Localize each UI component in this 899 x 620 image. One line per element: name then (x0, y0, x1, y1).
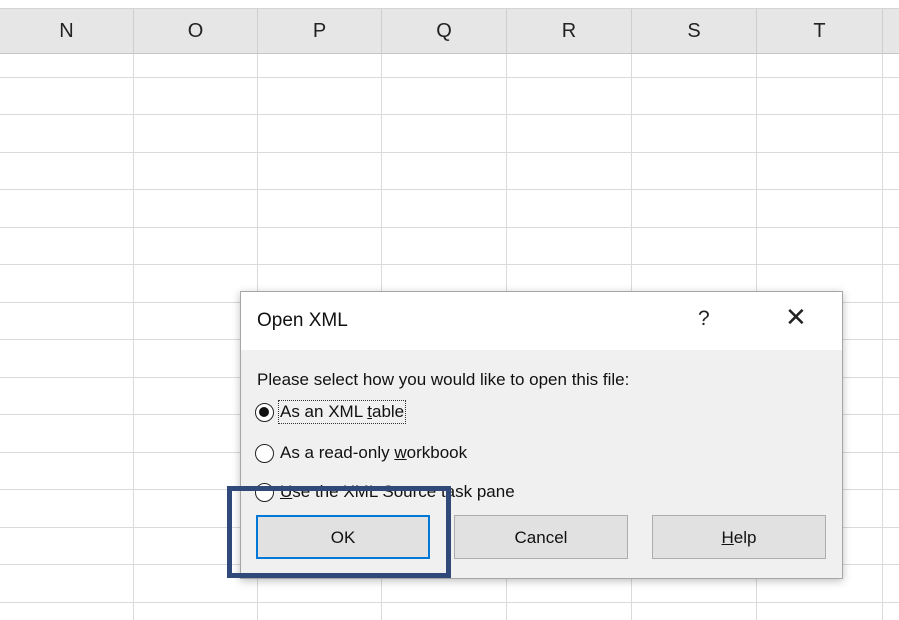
column-header-t[interactable]: T (757, 9, 883, 53)
radio-xml-table[interactable] (255, 402, 274, 422)
column-header-p[interactable]: P (258, 9, 382, 53)
grid-row-line (0, 152, 899, 153)
help-button[interactable]: Help (652, 515, 826, 559)
open-xml-dialog: Open XML ? ✕ Please select how you would… (240, 291, 843, 579)
dialog-titlebar[interactable]: Open XML ? ✕ (241, 292, 842, 350)
option-read-only-workbook-label: As a read-only workbook (280, 443, 468, 462)
grid-col-line (133, 54, 134, 620)
radio-read-only-workbook[interactable] (255, 443, 274, 463)
option-xml-table[interactable]: As an XML table (255, 400, 407, 424)
grid-row-line (0, 264, 899, 265)
close-icon[interactable]: ✕ (785, 304, 807, 330)
column-header-n[interactable]: N (0, 9, 134, 53)
dialog-title: Open XML (257, 310, 348, 331)
grid-row-line (0, 227, 899, 228)
column-header-s[interactable]: S (632, 9, 757, 53)
cancel-button[interactable]: Cancel (454, 515, 628, 559)
radio-xml-source-pane[interactable] (255, 482, 274, 502)
option-read-only-workbook[interactable]: As a read-only workbook (255, 441, 467, 465)
option-xml-source-pane-label: Use the XML Source task pane (280, 482, 515, 501)
column-header-o[interactable]: O (134, 9, 258, 53)
column-header-partial[interactable] (883, 9, 899, 53)
column-header-row: N O P Q R S T (0, 8, 899, 54)
dialog-prompt: Please select how you would like to open… (257, 370, 630, 389)
help-question-icon[interactable]: ? (698, 307, 710, 331)
grid-row-line (0, 189, 899, 190)
column-header-q[interactable]: Q (382, 9, 507, 53)
grid-col-line (882, 54, 883, 620)
top-strip (0, 0, 899, 8)
grid-row-line (0, 602, 899, 603)
option-xml-source-pane[interactable]: Use the XML Source task pane (255, 480, 515, 504)
ok-button[interactable]: OK (256, 515, 430, 559)
column-header-r[interactable]: R (507, 9, 632, 53)
grid-row-line (0, 77, 899, 78)
grid-row-line (0, 114, 899, 115)
option-xml-table-label: As an XML table (277, 400, 407, 424)
